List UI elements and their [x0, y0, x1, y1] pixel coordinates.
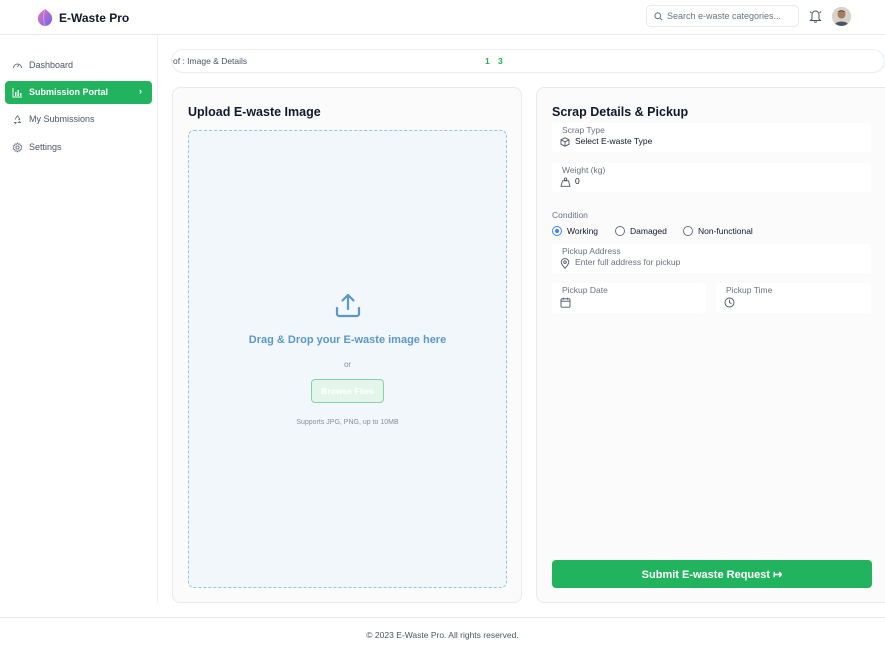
recycle-icon — [14, 115, 21, 125]
dropzone-title: Drag & Drop your E-waste image here — [248, 334, 447, 346]
search-input[interactable] — [667, 9, 795, 23]
radio-button[interactable] — [615, 226, 625, 236]
condition-radio-damaged[interactable]: Damaged — [615, 226, 667, 236]
sidebar-item-submission-portal[interactable]: Submission Portal › — [5, 81, 152, 104]
step-indicator: 1 — [485, 56, 490, 66]
condition-radio-working[interactable]: Working — [552, 226, 598, 236]
scrap-type-label: Scrap Type — [562, 125, 605, 135]
sidebar-item-label: Settings — [29, 142, 62, 152]
form-title: Scrap Details & Pickup — [552, 105, 689, 119]
weight-label: Weight (kg) — [562, 165, 606, 175]
image-dropzone[interactable]: Drag & Drop your E-waste image here or B… — [188, 130, 507, 588]
pickup-date-field[interactable]: Pickup Date — [552, 283, 706, 313]
copyright-text: © 2023 E-Waste Pro. All rights reserved. — [366, 630, 519, 640]
sidebar: Dashboard Submission Portal › My Submiss… — [0, 35, 158, 603]
calendar-icon — [560, 297, 571, 308]
sidebar-item-label: Dashboard — [29, 60, 74, 70]
sidebar-item-label: My Submissions — [29, 114, 95, 124]
sidebar-item-label: Submission Portal — [29, 87, 109, 97]
step-indicator: 3 — [498, 56, 503, 66]
sidebar-item-settings[interactable]: Settings — [5, 136, 152, 159]
gauge-icon — [13, 63, 22, 69]
search-box[interactable] — [646, 5, 799, 27]
pickup-address-field[interactable]: Pickup Address Enter full address for pi… — [552, 244, 871, 273]
chart-icon — [12, 88, 22, 98]
weight-field[interactable]: Weight (kg) 0 — [552, 163, 871, 192]
sidebar-item-dashboard[interactable]: Dashboard — [5, 54, 152, 77]
pickup-time-field[interactable]: Pickup Time — [716, 283, 871, 313]
logo-icon[interactable] — [36, 8, 54, 27]
map-pin-icon — [560, 258, 570, 269]
step-text: of : Image & Details — [173, 56, 248, 66]
app-title: E-Waste Pro — [59, 11, 130, 25]
clock-icon — [724, 297, 735, 308]
radio-label: Damaged — [630, 226, 667, 236]
footer: © 2023 E-Waste Pro. All rights reserved. — [0, 617, 885, 650]
browse-files-button[interactable]: Browse Files — [311, 379, 384, 403]
radio-button[interactable] — [683, 226, 693, 236]
search-icon — [654, 12, 663, 21]
pickup-date-label: Pickup Date — [562, 285, 608, 295]
radio-label: Working — [567, 226, 599, 236]
bell-icon[interactable] — [809, 9, 822, 28]
upload-title: Upload E-waste Image — [188, 105, 321, 119]
dropzone-note: Supports JPG, PNG, up to 10MB — [296, 419, 399, 426]
sidebar-item-my-submissions[interactable]: My Submissions — [5, 108, 152, 131]
condition-radio-non-functional[interactable]: Non-functional — [683, 226, 753, 236]
weight-icon — [560, 177, 571, 187]
weight-value: 0 — [575, 176, 580, 186]
step-progress: of : Image & Details 1 3 — [171, 49, 885, 73]
scrap-type-value: Select E-waste Type — [575, 136, 653, 146]
pickup-address-label: Pickup Address — [562, 246, 621, 256]
details-card: Scrap Details & Pickup Scrap Type Select… — [536, 87, 885, 603]
pickup-time-label: Pickup Time — [726, 285, 773, 295]
arrow-right-icon: ↦ — [773, 568, 783, 581]
submit-request-button[interactable]: Submit E-waste Request ↦ — [552, 560, 872, 588]
submit-label: Submit E-waste Request — [641, 568, 771, 581]
scrap-type-select[interactable]: Scrap Type Select E-waste Type — [552, 123, 871, 152]
box-icon — [560, 137, 570, 147]
upload-icon — [335, 293, 361, 318]
condition-label: Condition — [552, 210, 588, 220]
gear-icon — [12, 142, 23, 153]
radio-button[interactable] — [552, 226, 562, 236]
dropzone-or: or — [343, 360, 352, 369]
top-header: E-Waste Pro — [0, 0, 885, 35]
pickup-address-placeholder: Enter full address for pickup — [575, 257, 681, 267]
avatar[interactable] — [832, 7, 851, 26]
chevron-right-icon: › — [139, 86, 142, 96]
radio-label: Non-functional — [698, 226, 753, 236]
upload-card: Upload E-waste Image Drag & Drop your E-… — [172, 87, 522, 603]
